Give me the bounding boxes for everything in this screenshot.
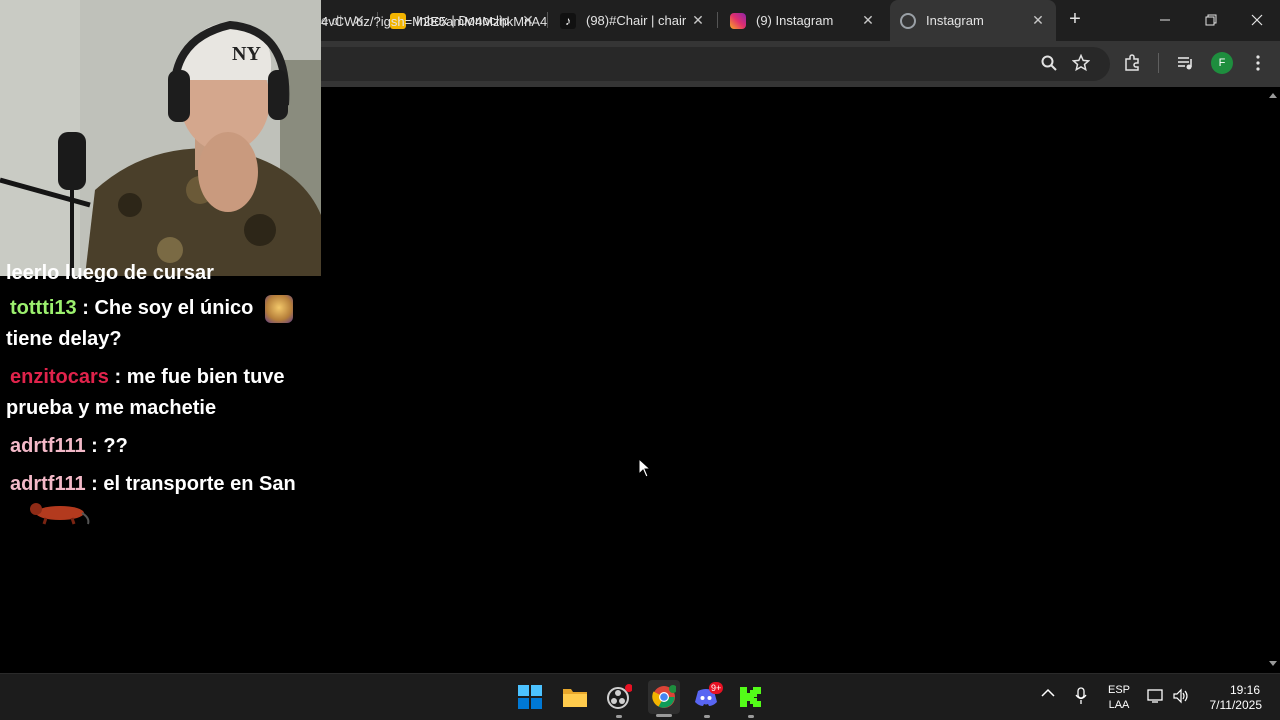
scrollbar-arrows-icon xyxy=(1269,93,1277,666)
streamer-webcam-image: NY xyxy=(0,0,321,276)
chat-username: adrtf111 xyxy=(10,473,86,495)
microphone-icon xyxy=(1075,687,1087,704)
close-icon[interactable]: ✕ xyxy=(860,12,876,28)
chat-text: prueba y me machetie xyxy=(6,397,217,419)
chrome-icon xyxy=(652,685,676,708)
microphone-button[interactable] xyxy=(1073,687,1089,707)
scrollbar[interactable] xyxy=(1266,87,1280,673)
tab-title: Instagram xyxy=(926,13,984,28)
restore-icon xyxy=(1205,14,1217,26)
new-tab-button[interactable]: + xyxy=(1066,9,1084,29)
chat-username: enzitocars xyxy=(10,366,109,388)
mouse-cursor-icon xyxy=(638,458,652,478)
folder-icon xyxy=(563,689,587,707)
chrome-app-button[interactable] xyxy=(648,680,680,717)
chat-text: : me fue bien tuve xyxy=(114,366,285,388)
windows-taskbar: 9+ ESP LAA 19:16 7/11/2025 xyxy=(0,673,1280,720)
speaker-icon xyxy=(1173,688,1188,704)
webcam-overlay: NY xyxy=(0,0,321,276)
network-icon xyxy=(1147,689,1163,703)
toolbar-divider xyxy=(1158,53,1159,73)
tab-instagram-active[interactable]: Instagram ✕ xyxy=(890,0,1056,41)
url-text[interactable]: 4vCWuz/?igsh=M2E5amM4MzhkMnA4 xyxy=(321,14,547,29)
kick-app-button[interactable] xyxy=(736,682,766,718)
chat-text: : ?? xyxy=(91,435,128,457)
network-button[interactable] xyxy=(1147,688,1165,706)
keyboard-layout: LAA xyxy=(1108,699,1130,711)
minimize-button[interactable] xyxy=(1142,0,1188,40)
animal-emote-icon xyxy=(30,503,90,525)
tab-separator xyxy=(717,12,718,28)
tab-instagram-notifications[interactable]: (9) Instagram ✕ xyxy=(720,6,886,35)
more-menu-icon[interactable] xyxy=(1247,52,1269,74)
chat-text: : Che soy el único xyxy=(82,297,254,319)
close-window-button[interactable] xyxy=(1234,0,1280,40)
bookmark-star-icon[interactable] xyxy=(1070,52,1092,74)
file-explorer-button[interactable] xyxy=(560,682,590,712)
emote-icon xyxy=(264,294,293,323)
chat-message: tottti13 : Che soy el único tiene delay? xyxy=(6,293,306,355)
chat-username: adrtf111 xyxy=(10,435,86,457)
show-hidden-icons-button[interactable] xyxy=(1040,688,1056,704)
volume-button[interactable] xyxy=(1172,688,1190,706)
discord-app-button[interactable]: 9+ xyxy=(692,682,724,718)
restore-button[interactable] xyxy=(1188,0,1234,40)
chat-text: : el transporte en San xyxy=(91,473,296,495)
chat-message: enzitocars : me fue bien tuve prueba y m… xyxy=(6,362,306,424)
clock-date: 7/11/2025 xyxy=(1209,698,1263,712)
clock-time: 19:16 xyxy=(1229,683,1260,697)
loading-favicon-icon xyxy=(900,12,916,29)
kick-icon xyxy=(740,687,761,707)
extensions-icon[interactable] xyxy=(1121,52,1143,74)
zoom-icon[interactable] xyxy=(1038,52,1060,74)
discord-badge: 9+ xyxy=(709,682,724,694)
chat-text: tiene delay? xyxy=(6,328,122,350)
windows-logo-icon xyxy=(518,685,542,709)
language-code: ESP xyxy=(1107,684,1130,696)
chat-message: adrtf111 : ?? xyxy=(6,431,306,462)
minimize-icon xyxy=(1160,19,1170,21)
close-icon xyxy=(1251,14,1263,26)
tab-tiktok[interactable]: ♪ (98)#Chair | chair | ✕ xyxy=(550,6,716,35)
start-button[interactable] xyxy=(515,682,545,712)
tab-title: (9) Instagram xyxy=(756,13,834,28)
cap-logo: NY xyxy=(232,43,261,65)
obs-icon xyxy=(607,684,632,709)
chat-message: adrtf111 : el transporte en San xyxy=(6,469,306,536)
profile-avatar[interactable]: F xyxy=(1211,52,1233,74)
media-control-icon[interactable] xyxy=(1174,52,1196,74)
chat-username: tottti13 xyxy=(10,297,77,319)
input-language-indicator[interactable]: ESP LAA xyxy=(1104,683,1134,713)
obs-app-button[interactable] xyxy=(604,682,634,718)
chevron-up-icon xyxy=(1041,688,1055,697)
tab-title: (98)#Chair | chair | xyxy=(586,13,686,28)
close-icon[interactable]: ✕ xyxy=(690,12,706,28)
clock[interactable]: 19:16 7/11/2025 xyxy=(1198,683,1268,713)
tiktok-favicon-icon: ♪ xyxy=(560,12,576,29)
close-icon[interactable]: ✕ xyxy=(1030,12,1046,28)
chat-partial-line: leerlo luego de cursar xyxy=(6,262,214,282)
instagram-favicon-icon xyxy=(730,12,746,29)
